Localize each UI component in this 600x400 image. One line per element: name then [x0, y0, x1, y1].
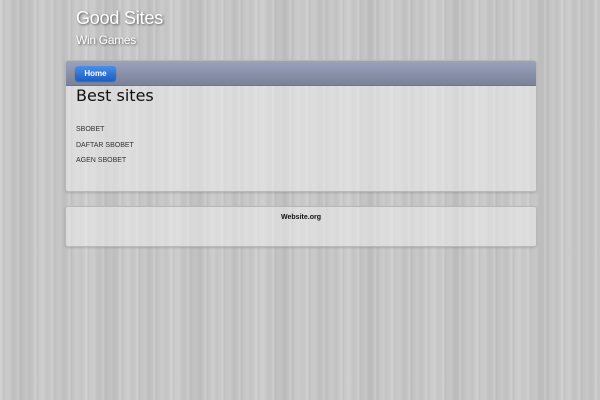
link-list: SBOBET DAFTAR SBOBET AGEN SBOBET — [76, 125, 134, 172]
list-item: SBOBET — [76, 125, 134, 141]
main-panel: Home Best sites SBOBET DAFTAR SBOBET AGE… — [65, 60, 537, 192]
link-sbobet[interactable]: SBOBET — [76, 126, 104, 133]
nav-home-button[interactable]: Home — [75, 66, 116, 81]
footer-panel: Website.org — [65, 206, 537, 247]
site-title[interactable]: Good Sites — [76, 7, 163, 29]
nav-bar: Home — [66, 61, 536, 86]
list-item: AGEN SBOBET — [76, 156, 134, 172]
footer-text: Website.org — [281, 214, 321, 221]
link-daftar-sbobet[interactable]: DAFTAR SBOBET — [76, 142, 134, 149]
site-header: Good Sites Win Games — [76, 7, 163, 47]
site-tagline: Win Games — [76, 33, 136, 47]
list-item: DAFTAR SBOBET — [76, 141, 134, 157]
link-agen-sbobet[interactable]: AGEN SBOBET — [76, 157, 126, 164]
page-heading: Best sites — [76, 86, 154, 105]
